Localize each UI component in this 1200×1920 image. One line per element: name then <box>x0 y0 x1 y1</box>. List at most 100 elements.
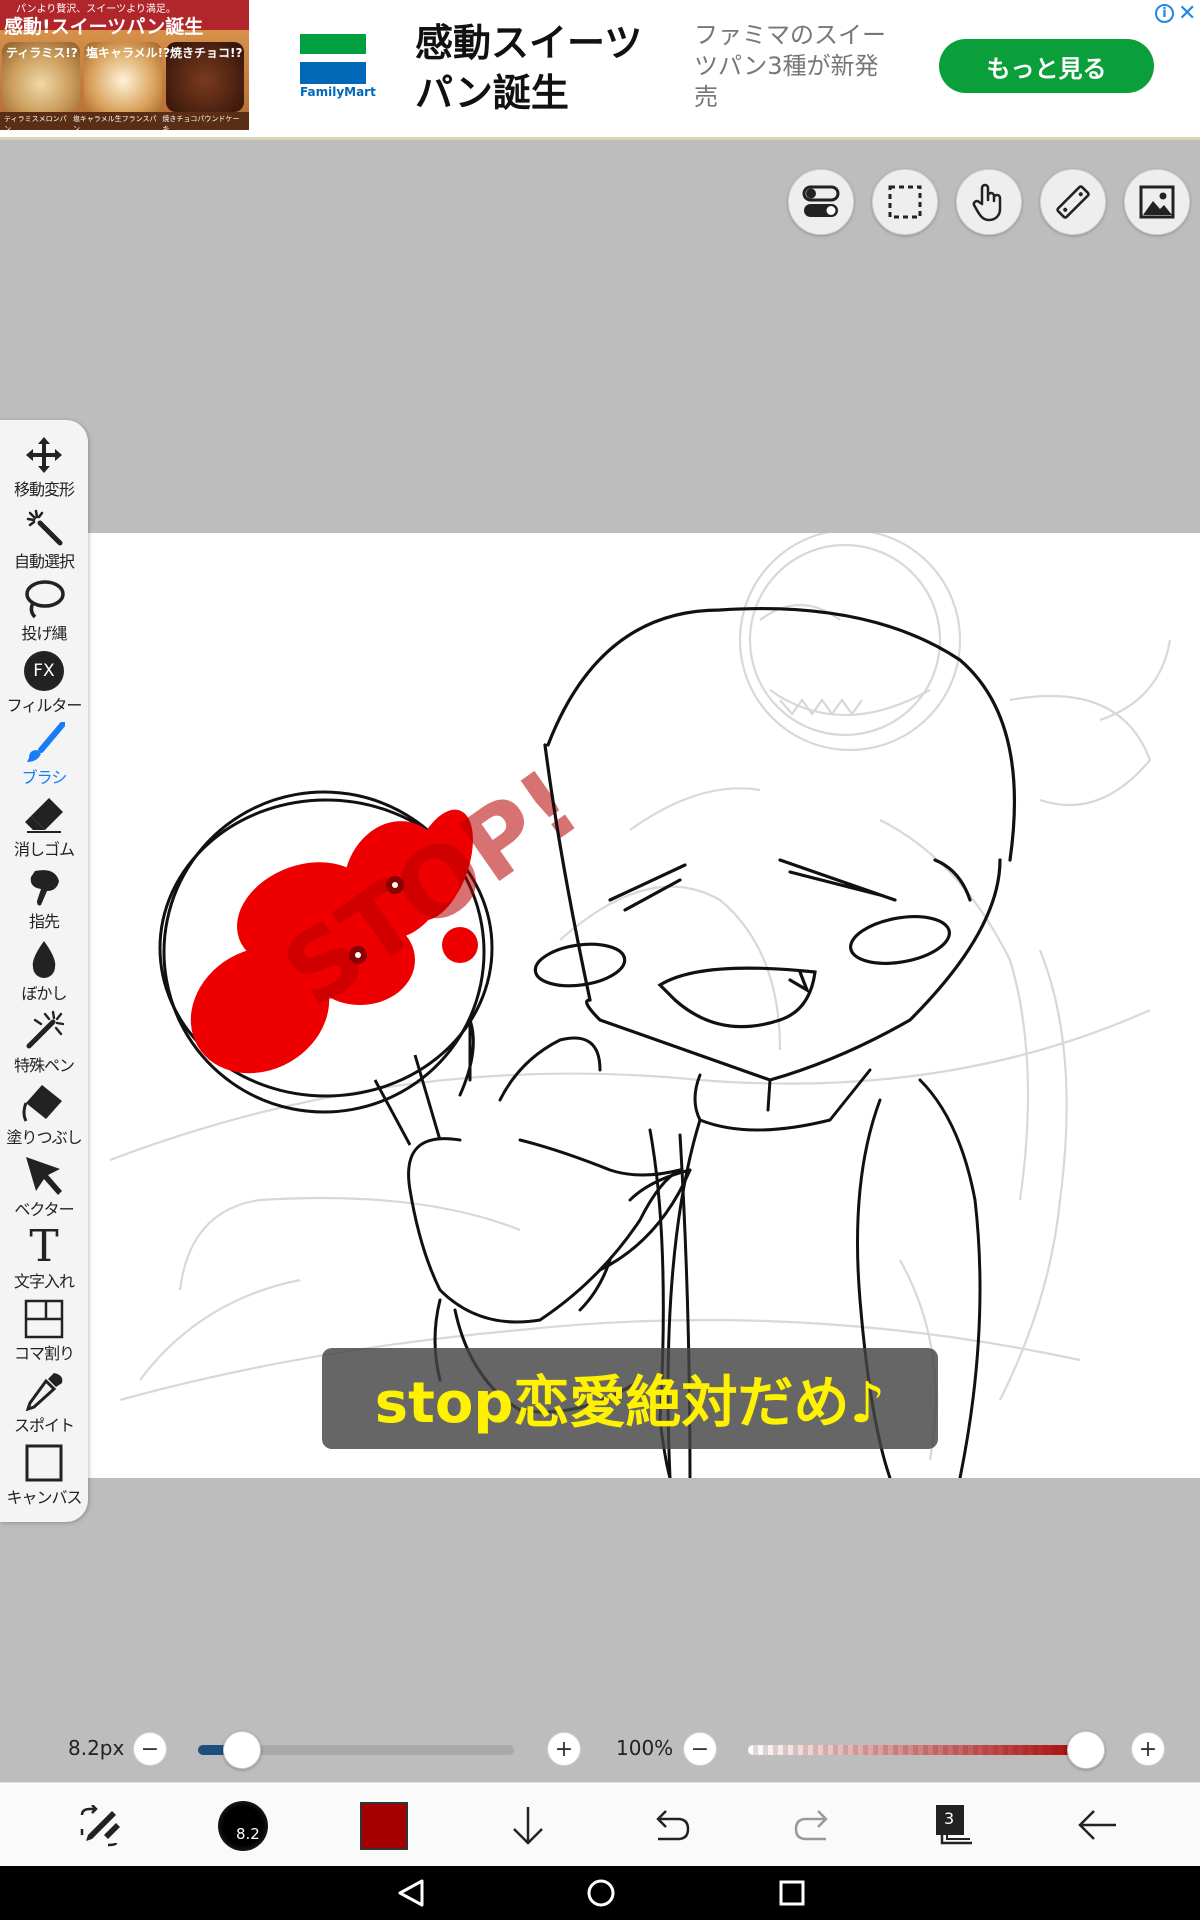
ad-image-caption: 焼きチョコパウンドケーキ <box>162 115 240 130</box>
selection-icon <box>888 185 922 219</box>
tool-canvas[interactable]: キャンバス <box>0 1442 88 1514</box>
brush-size-preview-button[interactable]: 8.2 <box>218 1801 268 1851</box>
tool-palette: 移動変形 自動選択 投げ縄 FX フィルター ブラシ 消しゴム 指先 ぼかし 特… <box>0 420 88 1522</box>
tool-frame-divider[interactable]: コマ割り <box>0 1298 88 1370</box>
tool-filter[interactable]: FX フィルター <box>0 650 88 722</box>
ad-info-icon[interactable]: i <box>1155 4 1174 23</box>
tool-label: コマ割り <box>13 1344 75 1363</box>
tool-move-transform[interactable]: 移動変形 <box>0 434 88 506</box>
opacity-slider[interactable] <box>748 1731 1105 1769</box>
tool-eraser[interactable]: 消しゴム <box>0 794 88 866</box>
vector-icon <box>26 1157 62 1195</box>
layers-icon <box>936 1805 972 1845</box>
tool-label: ぼかし <box>21 984 67 1003</box>
drawing-canvas[interactable]: STOP! stop恋愛絶対だめ♪ <box>88 533 1200 1478</box>
ad-headline[interactable]: 感動スイーツパン誕生 <box>415 18 675 118</box>
layer-count: 3 <box>944 1809 955 1828</box>
fx-icon: FX <box>24 651 64 691</box>
tool-label: 投げ縄 <box>21 624 67 643</box>
nav-home-icon <box>587 1879 615 1907</box>
ad-image-caption: 塩キャラメル生フランスパン <box>72 115 157 130</box>
nav-recents-button[interactable] <box>778 1879 806 1911</box>
brand-name: FamilyMart <box>300 85 376 99</box>
swap-tool-button[interactable] <box>78 1804 122 1851</box>
lasso-icon <box>25 580 65 619</box>
ad-image-tag: 塩キャラメル!? <box>86 46 171 60</box>
eraser-icon <box>25 798 63 833</box>
ad-image-tag: ティラミス!? <box>6 46 78 60</box>
selection-button[interactable] <box>872 169 938 235</box>
download-button[interactable] <box>508 1805 548 1851</box>
nav-back-icon <box>398 1879 424 1907</box>
toggle-icon <box>802 185 840 217</box>
tool-finger[interactable]: 指先 <box>0 866 88 938</box>
tool-text[interactable]: T 文字入れ <box>0 1221 88 1298</box>
finger-icon <box>30 870 59 906</box>
brush-size-slider-knob[interactable] <box>223 1731 262 1769</box>
ad-image-headline: 感動!スイーツパン誕生 <box>4 16 204 38</box>
blur-icon <box>32 941 56 978</box>
opacity-decrease-button[interactable]: − <box>683 1732 717 1766</box>
redo-button[interactable] <box>792 1809 834 1849</box>
opacity-label: 100% <box>616 1736 674 1760</box>
toggle-settings-button[interactable] <box>788 169 854 235</box>
tool-special-pen[interactable]: 特殊ペン <box>0 1010 88 1082</box>
ad-image[interactable]: パンより贅沢、スイーツより満足。 感動!スイーツパン誕生 ティラミス!? 塩キャ… <box>0 0 249 130</box>
eyedropper-icon <box>25 1373 63 1411</box>
brush-size-label: 8.2px <box>68 1736 125 1760</box>
move-icon <box>26 437 62 473</box>
size-decrease-button[interactable]: − <box>133 1732 167 1766</box>
tool-label: 特殊ペン <box>13 1056 75 1075</box>
tool-label: 移動変形 <box>13 480 75 499</box>
ad-image-caption: ティラミスメロンパン <box>4 115 67 130</box>
size-increase-button[interactable]: + <box>547 1732 581 1766</box>
nav-recents-icon <box>779 1880 805 1906</box>
familymart-logo: FamilyMart <box>300 34 376 100</box>
canvas-caption: stop恋愛絶対だめ♪ <box>375 1371 885 1436</box>
tool-magic-wand[interactable]: 自動選択 <box>0 506 88 578</box>
tool-label: ブラシ <box>21 768 68 787</box>
tool-label: スポイト <box>13 1416 75 1435</box>
tool-label: 指先 <box>28 912 60 931</box>
opacity-slider-knob[interactable] <box>1067 1731 1105 1769</box>
nav-back-button[interactable] <box>396 1878 426 1912</box>
nav-home-button[interactable] <box>585 1877 617 1913</box>
sketch-drawing[interactable]: STOP! stop恋愛絶対だめ♪ <box>88 533 1200 1478</box>
brush-icon <box>27 722 65 762</box>
bottom-toolbar: 8.2 3 <box>0 1782 1200 1866</box>
special-pen-icon <box>26 1010 65 1049</box>
tool-label: 文字入れ <box>13 1272 75 1291</box>
ad-description[interactable]: ファミマのスイーツパン3種が新発売 <box>694 20 894 113</box>
ruler-button[interactable] <box>1040 169 1106 235</box>
arrow-left-icon <box>1078 1810 1116 1840</box>
layers-button[interactable]: 3 <box>934 1805 976 1851</box>
tool-lasso[interactable]: 投げ縄 <box>0 578 88 650</box>
image-icon <box>1139 185 1175 219</box>
undo-button[interactable] <box>650 1809 692 1849</box>
tool-vector[interactable]: ベクター <box>0 1154 88 1226</box>
image-button[interactable] <box>1124 169 1190 235</box>
ad-image-tag: 焼きチョコ!? <box>170 46 243 60</box>
tool-brush[interactable]: ブラシ <box>0 722 88 794</box>
back-button[interactable] <box>1076 1807 1118 1847</box>
color-swatch-button[interactable] <box>360 1802 408 1850</box>
tool-label: ベクター <box>14 1200 74 1219</box>
system-navigation-bar <box>0 1866 1200 1920</box>
hand-tool-button[interactable] <box>956 169 1022 235</box>
opacity-increase-button[interactable]: + <box>1131 1732 1165 1766</box>
tool-fill[interactable]: 塗りつぶし <box>0 1082 88 1154</box>
ad-cta-button[interactable]: もっと見る <box>939 39 1154 93</box>
tool-eyedropper[interactable]: スポイト <box>0 1370 88 1442</box>
ad-image-captions: ティラミスメロンパン 塩キャラメル生フランスパン 焼きチョコパウンドケーキ <box>0 112 249 130</box>
tool-label: 塗りつぶし <box>6 1128 82 1147</box>
ad-close-icon[interactable]: ✕ <box>1178 1 1196 26</box>
magic-wand-icon <box>26 509 63 546</box>
hand-icon <box>972 183 1002 222</box>
text-icon: T <box>29 1221 59 1272</box>
brush-size-slider[interactable] <box>198 1731 514 1769</box>
bucket-icon <box>22 1085 62 1122</box>
tool-label: フィルター <box>6 696 83 715</box>
frame-icon <box>24 1299 64 1339</box>
tool-blur[interactable]: ぼかし <box>0 938 88 1010</box>
ad-banner[interactable]: パンより贅沢、スイーツより満足。 感動!スイーツパン誕生 ティラミス!? 塩キャ… <box>0 0 1200 140</box>
